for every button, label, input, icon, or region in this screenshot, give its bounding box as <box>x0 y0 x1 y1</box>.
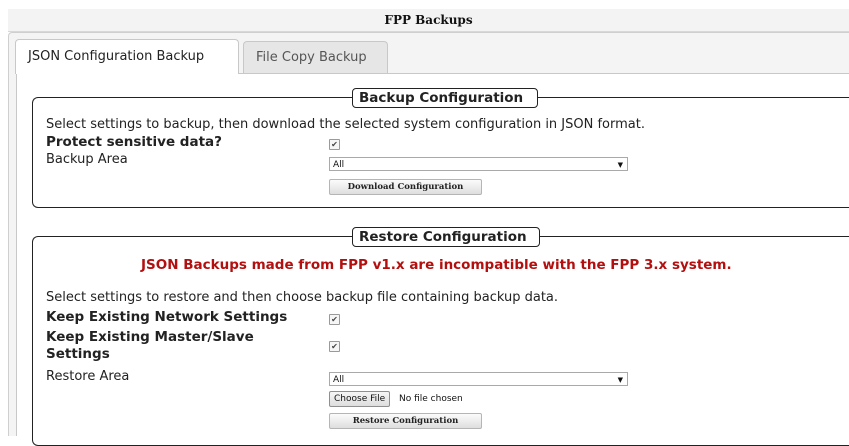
keep-master-slave-label-line1: Keep Existing Master/Slave <box>46 329 254 345</box>
keep-network-settings-label: Keep Existing Network Settings <box>46 309 288 325</box>
file-status-text: No file chosen <box>399 394 463 404</box>
protect-sensitive-data-label: Protect sensitive data? <box>46 134 222 150</box>
keep-master-slave-label-line2: Settings <box>46 346 110 362</box>
choose-file-button[interactable]: Choose File <box>329 391 391 407</box>
keep-master-slave-checkbox[interactable]: ✔ <box>329 341 340 352</box>
restore-configuration-legend: Restore Configuration <box>352 227 540 247</box>
download-configuration-button[interactable]: Download Configuration <box>329 179 482 195</box>
checkmark-icon: ✔ <box>331 140 338 149</box>
dropdown-arrow-icon: ▼ <box>617 161 623 169</box>
restore-area-value: All <box>333 375 345 385</box>
backup-area-select[interactable]: All ▼ <box>329 157 628 171</box>
protect-sensitive-data-checkbox[interactable]: ✔ <box>329 139 340 150</box>
backup-area-value: All <box>333 160 345 170</box>
dropdown-arrow-icon: ▼ <box>617 376 623 384</box>
page-title: FPP Backups <box>8 9 849 32</box>
restore-area-select[interactable]: All ▼ <box>329 372 628 386</box>
tab-json-configuration-backup[interactable]: JSON Configuration Backup <box>15 39 239 74</box>
keep-network-settings-checkbox[interactable]: ✔ <box>329 314 340 325</box>
restore-configuration-button[interactable]: Restore Configuration <box>329 413 482 429</box>
tab-file-copy-backup[interactable]: File Copy Backup <box>243 41 388 73</box>
backup-description: Select settings to backup, then download… <box>46 117 645 132</box>
restore-area-label: Restore Area <box>46 369 130 384</box>
backup-area-label: Backup Area <box>46 152 128 167</box>
restore-description: Select settings to restore and then choo… <box>46 290 559 305</box>
restore-warning: JSON Backups made from FPP v1.x are inco… <box>141 257 732 273</box>
checkmark-icon: ✔ <box>331 342 338 351</box>
backup-configuration-legend: Backup Configuration <box>352 88 538 108</box>
checkmark-icon: ✔ <box>331 315 338 324</box>
